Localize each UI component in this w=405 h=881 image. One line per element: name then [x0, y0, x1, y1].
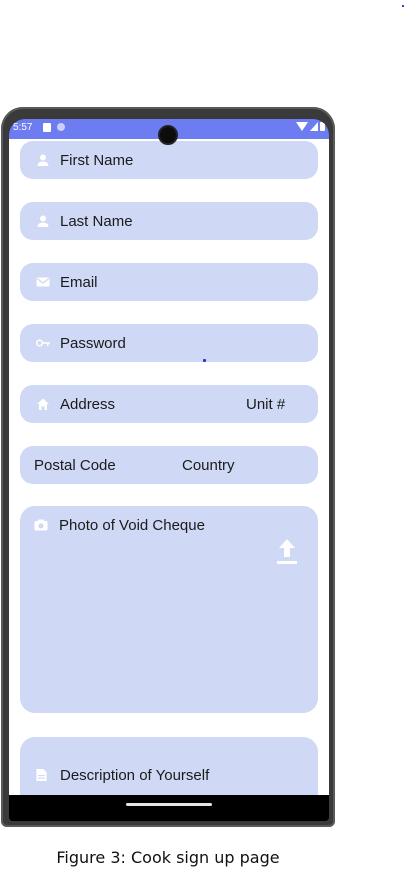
stray-dot	[402, 5, 404, 7]
upload-icon[interactable]	[276, 537, 298, 565]
unit-label[interactable]: Unit #	[246, 396, 285, 413]
figure-caption: Figure 3: Cook sign up page	[56, 848, 280, 867]
navigation-bar	[9, 795, 329, 821]
wifi-icon	[296, 122, 308, 131]
postal-code-label[interactable]: Postal Code	[34, 457, 116, 474]
phone-screen-area: 5:57 First Name Last Name Email Password…	[9, 119, 329, 821]
description-label: Description of Yourself	[60, 767, 210, 784]
email-label: Email	[60, 274, 98, 291]
last-name-field[interactable]: Last Name	[20, 202, 318, 240]
photo-label: Photo of Void Cheque	[59, 517, 205, 534]
description-field[interactable]: Description of Yourself	[20, 737, 318, 795]
front-camera	[158, 125, 178, 145]
country-label[interactable]: Country	[182, 457, 235, 474]
signal-notification-icon	[57, 123, 65, 131]
cell-signal-icon	[310, 122, 318, 131]
home-gesture-handle[interactable]	[126, 803, 212, 806]
password-label: Password	[60, 335, 126, 352]
first-name-field[interactable]: First Name	[20, 141, 318, 179]
status-time: 5:57	[13, 122, 33, 133]
home-icon	[37, 398, 49, 410]
void-cheque-upload-box[interactable]: Photo of Void Cheque	[20, 506, 318, 713]
postal-country-field: Postal Code Country	[20, 446, 318, 484]
battery-icon	[320, 122, 325, 131]
document-icon	[36, 768, 47, 782]
password-field[interactable]: Password	[20, 324, 318, 362]
first-name-label: First Name	[60, 152, 134, 169]
address-label: Address	[60, 396, 116, 413]
address-field[interactable]: Address Unit #	[20, 385, 318, 423]
envelope-icon	[36, 277, 50, 287]
signup-screen: First Name Last Name Email Password Addr…	[9, 139, 329, 795]
camera-icon	[34, 519, 48, 531]
email-field[interactable]: Email	[20, 263, 318, 301]
stray-mark	[203, 359, 206, 362]
notification-icon	[43, 123, 51, 132]
status-icons	[296, 122, 325, 131]
key-icon	[36, 339, 50, 347]
phone-frame: 5:57 First Name Last Name Email Password…	[1, 107, 335, 827]
last-name-label: Last Name	[60, 213, 133, 230]
person-icon	[37, 154, 49, 166]
person-icon	[37, 215, 49, 227]
